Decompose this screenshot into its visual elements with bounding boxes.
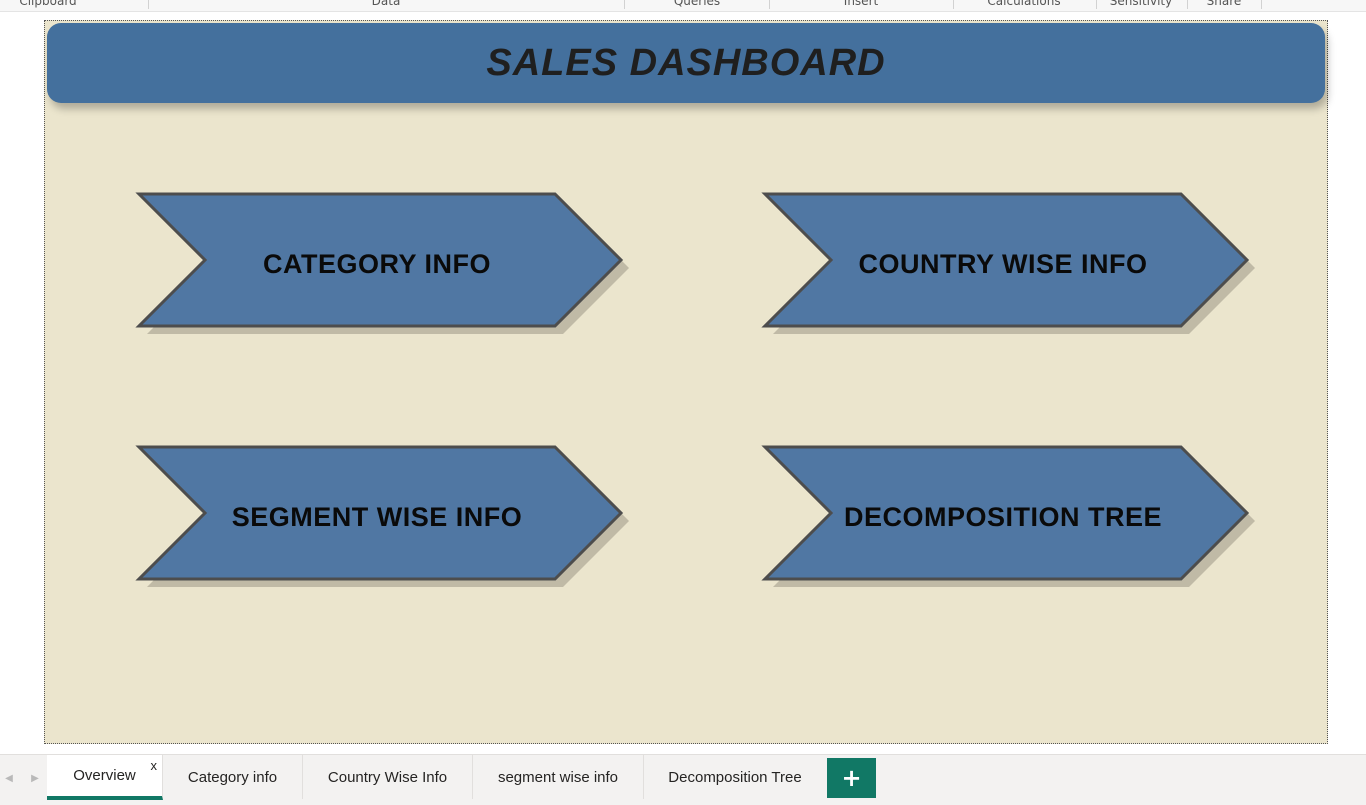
ribbon-separator	[148, 0, 149, 9]
ribbon-group-insert: Insert	[843, 0, 879, 8]
tab-overview[interactable]: Overview x	[47, 755, 163, 800]
tab-country-wise-info[interactable]: Country Wise Info	[303, 755, 473, 799]
ribbon-separator	[953, 0, 954, 9]
ribbon-separator	[769, 0, 770, 9]
tab-segment-wise-info-label: segment wise info	[497, 768, 619, 786]
ribbon-group-clipboard: Clipboard	[19, 0, 77, 8]
tab-close-icon[interactable]: x	[151, 758, 158, 773]
decomposition-tree-button[interactable]: DECOMPOSITION TREE	[761, 445, 1255, 587]
ribbon-group-calculations: Calculations	[987, 0, 1061, 8]
ribbon-separator	[1261, 0, 1262, 9]
ribbon-group-data: Data	[371, 0, 401, 8]
tab-scroll-right-icon[interactable]: ▶	[28, 771, 42, 785]
tab-category-info[interactable]: Category info	[163, 755, 303, 799]
report-canvas[interactable]: SALES DASHBOARD CATEGORY INFO COUNTRY WI…	[44, 20, 1328, 744]
add-page-button[interactable]: +	[827, 758, 876, 798]
category-info-label: CATEGORY INFO	[262, 248, 491, 279]
tab-segment-wise-info[interactable]: segment wise info	[473, 755, 644, 799]
dashboard-title: SALES DASHBOARD	[486, 41, 886, 84]
tab-decomposition-tree-label: Decomposition Tree	[668, 768, 802, 786]
segment-wise-info-label: SEGMENT WISE INFO	[231, 501, 523, 532]
country-wise-info-label: COUNTRY WISE INFO	[858, 248, 1148, 279]
ribbon-group-sensitivity: Sensitivity	[1109, 0, 1173, 8]
country-wise-info-button[interactable]: COUNTRY WISE INFO	[761, 192, 1255, 334]
ribbon-group-labels: Clipboard Data Queries Insert Calculatio…	[0, 0, 1366, 12]
ribbon-separator	[624, 0, 625, 9]
decomposition-tree-label: DECOMPOSITION TREE	[843, 501, 1163, 532]
ribbon-group-share: Share	[1206, 0, 1242, 8]
category-info-button[interactable]: CATEGORY INFO	[135, 192, 629, 334]
segment-wise-info-button[interactable]: SEGMENT WISE INFO	[135, 445, 629, 587]
plus-icon: +	[841, 764, 862, 792]
tab-scroll-left-icon[interactable]: ◀	[2, 771, 16, 785]
dashboard-header: SALES DASHBOARD	[47, 23, 1325, 103]
page-tabs-bar: ◀ ▶ Overview x Category info Country Wis…	[0, 754, 1366, 805]
tab-overview-label: Overview	[73, 767, 136, 784]
tab-decomposition-tree[interactable]: Decomposition Tree	[644, 755, 826, 799]
ribbon-separator	[1096, 0, 1097, 9]
tab-country-wise-info-label: Country Wise Info	[327, 768, 448, 786]
tab-category-info-label: Category info	[187, 768, 278, 786]
ribbon-group-queries: Queries	[673, 0, 721, 8]
ribbon-separator	[1187, 0, 1188, 9]
